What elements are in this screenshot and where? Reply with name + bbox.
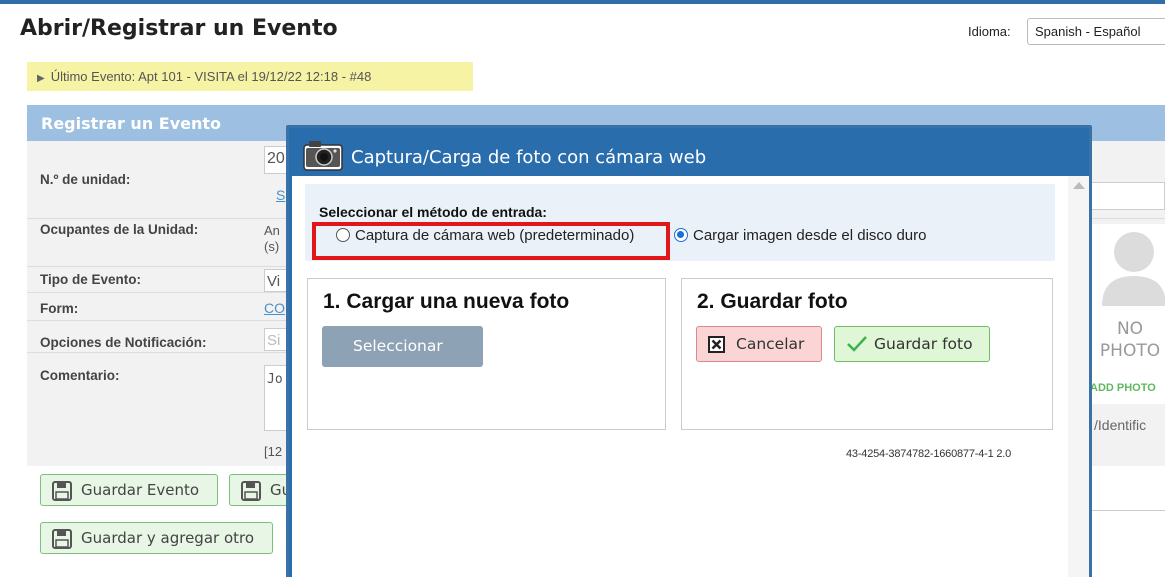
dialog-body: Seleccionar el método de entrada: Captur… [292, 176, 1089, 577]
right-side-card [1090, 182, 1165, 210]
notification-label: Opciones de Notificación: [40, 335, 207, 350]
close-box-icon [708, 336, 725, 353]
scroll-up-arrow-icon[interactable] [1073, 182, 1085, 189]
identification-text: /Identific [1094, 417, 1147, 433]
comment-label: Comentario: [40, 368, 120, 383]
add-photo-link[interactable]: ADD PHOTO [1090, 382, 1156, 394]
save-photo-title: 2. Guardar foto [697, 290, 848, 313]
page-title: Abrir/Registrar un Evento [20, 16, 338, 41]
input-method-title: Seleccionar el método de entrada: [319, 204, 547, 220]
form-label: Form: [40, 301, 79, 316]
disk-radio[interactable] [674, 228, 688, 242]
no-photo-line1: NO [1116, 319, 1144, 339]
camera-icon [303, 141, 343, 171]
save-and-add-label: Guardar y agregar otro [81, 529, 255, 547]
save-other-button[interactable]: Gu [229, 474, 289, 506]
select-button[interactable]: Seleccionar [322, 326, 483, 367]
disk-option-label: Cargar imagen desde el disco duro [693, 227, 927, 244]
occupants-label: Ocupantes de la Unidad: [40, 222, 199, 237]
upload-photo-card: 1. Cargar una nueva foto Seleccionar [307, 278, 666, 430]
no-photo-line2: PHOTO [1099, 341, 1161, 361]
version-text: 43-4254-3874782-1660877-4-1 2.0 [846, 448, 1012, 460]
occupants-value: An [264, 223, 280, 238]
floppy-disk-icon [52, 529, 72, 549]
top-accent-bar [0, 0, 1165, 4]
webcam-photo-dialog: Captura/Carga de foto con cámara web Sel… [286, 125, 1092, 577]
upload-photo-title: 1. Cargar una nueva foto [323, 290, 570, 313]
language-label: Idioma: [968, 24, 1011, 39]
person-silhouette-icon [1102, 232, 1165, 306]
save-photo-card: 2. Guardar foto Cancelar Guardar foto [681, 278, 1053, 430]
unit-search-link[interactable]: S [276, 187, 285, 203]
comment-timestamp: [12 [264, 444, 283, 459]
cancel-button[interactable]: Cancelar [696, 326, 822, 362]
save-event-button[interactable]: Guardar Evento [40, 474, 218, 506]
disk-option[interactable]: Cargar imagen desde el disco duro [674, 227, 926, 244]
checkmark-icon [847, 336, 867, 352]
expand-triangle-icon: ▶ [37, 73, 45, 84]
floppy-disk-icon [241, 481, 261, 501]
save-event-label: Guardar Evento [81, 481, 200, 499]
save-photo-label: Guardar foto [874, 335, 973, 353]
occupants-value-2: (s) [264, 239, 280, 254]
save-and-add-button[interactable]: Guardar y agregar otro [40, 522, 273, 554]
unit-label: N.º de unidad: [40, 172, 131, 187]
highlight-annotation [312, 222, 670, 260]
save-photo-button[interactable]: Guardar foto [834, 326, 990, 362]
dialog-title-bar[interactable]: Captura/Carga de foto con cámara web [303, 139, 706, 171]
floppy-disk-icon [52, 481, 72, 501]
form-link[interactable]: CO [264, 300, 285, 316]
dialog-scrollbar[interactable] [1068, 176, 1089, 577]
dialog-title: Captura/Carga de foto con cámara web [351, 147, 707, 168]
last-event-banner[interactable]: ▶ Último Evento: Apt 101 - VISITA el 19/1… [27, 62, 473, 91]
last-event-text: Último Evento: Apt 101 - VISITA el 19/12… [50, 69, 372, 84]
cancel-label: Cancelar [736, 335, 805, 353]
event-type-label: Tipo de Evento: [40, 272, 142, 287]
no-photo-text: NO PHOTO [1090, 318, 1165, 362]
divider [1090, 510, 1165, 511]
language-select[interactable]: Spanish - Español [1027, 18, 1165, 45]
